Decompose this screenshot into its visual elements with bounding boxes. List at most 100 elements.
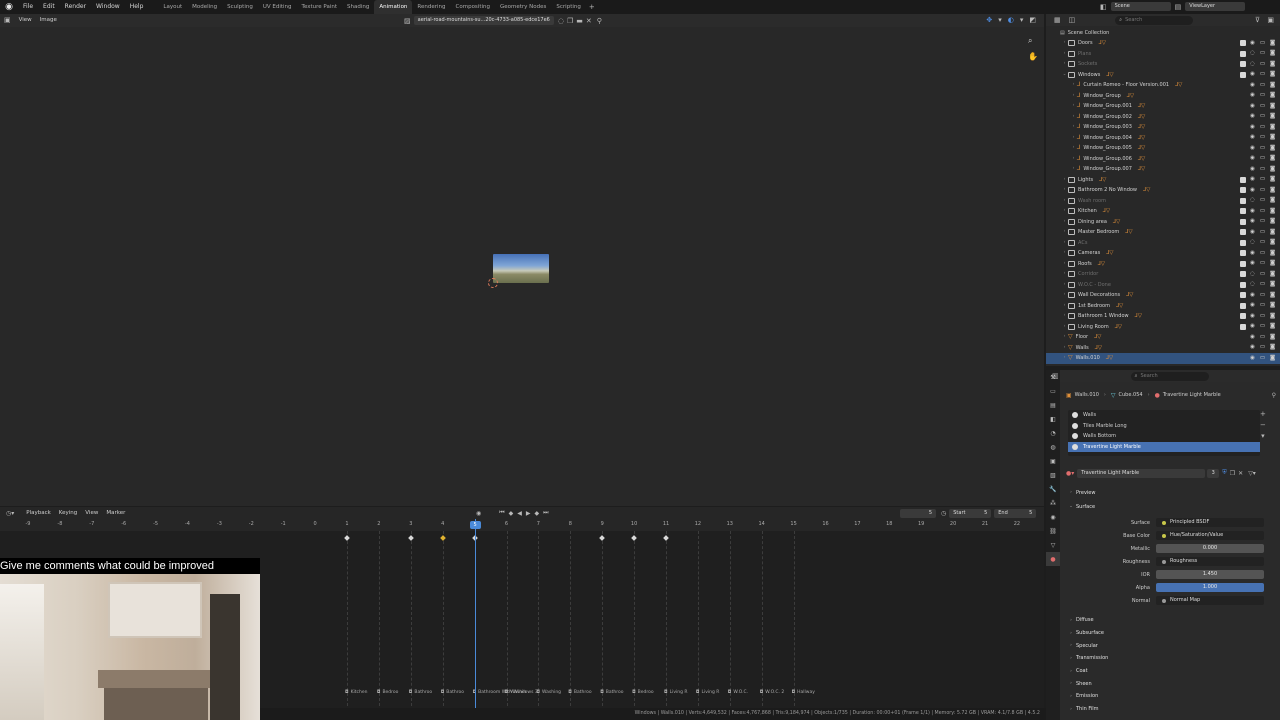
viewport-icon[interactable]: ▭ — [1259, 166, 1266, 173]
scene-selector[interactable]: Scene — [1110, 2, 1171, 11]
editor-type-icon[interactable]: ▣ — [0, 14, 15, 27]
exclude-checkbox[interactable] — [1240, 197, 1246, 204]
outliner-row[interactable]: › ⅃ Window_Group.002 ⅃▽ ◉ ▭ ◙ — [1046, 112, 1280, 123]
workspace-tab-geometry-nodes[interactable]: Geometry Nodes — [495, 0, 551, 14]
exclude-checkbox[interactable] — [1240, 187, 1246, 194]
image-name-field[interactable]: aerial-road-mountains-su...20c-4733-a085… — [413, 16, 554, 25]
property-field[interactable]: Principled BSDF — [1156, 518, 1264, 527]
expand-icon[interactable]: ⌄ — [1061, 70, 1068, 81]
outliner-row[interactable]: › Wash room ◌ ▭ ◙ — [1046, 196, 1280, 207]
material-slot[interactable]: Walls — [1068, 410, 1260, 421]
gizmo-dropdown-icon[interactable]: ▾ — [998, 16, 1002, 24]
workspace-tab-texture-paint[interactable]: Texture Paint — [297, 0, 343, 14]
timeline-marker[interactable]: ◘ Bedroo — [632, 690, 654, 695]
eye-icon[interactable]: ◌ — [1249, 61, 1256, 68]
exclude-checkbox[interactable] — [1240, 271, 1246, 278]
camera-icon[interactable]: ◙ — [1269, 334, 1276, 341]
eye-icon[interactable]: ◉ — [1249, 208, 1256, 215]
viewport-icon[interactable]: ▭ — [1259, 145, 1266, 152]
timeline-marker[interactable]: ◘ Bathroo — [600, 690, 623, 695]
viewport-icon[interactable]: ▭ — [1259, 250, 1266, 257]
workspace-tab-modeling[interactable]: Modeling — [187, 0, 222, 14]
collapse-icon[interactable]: › — [1061, 343, 1068, 354]
outliner-row[interactable]: › 1st Bedroom ⅃▽ ◉ ▭ ◙ — [1046, 301, 1280, 312]
collapse-icon[interactable]: › — [1061, 238, 1068, 249]
viewport-icon[interactable]: ▭ — [1259, 61, 1266, 68]
collapse-icon[interactable]: › — [1070, 143, 1077, 154]
eye-icon[interactable]: ◉ — [1249, 344, 1256, 351]
eye-icon[interactable]: ◉ — [1249, 113, 1256, 120]
timeline-marker[interactable]: ◘ Living R — [664, 690, 688, 695]
collapse-icon[interactable]: › — [1061, 301, 1068, 312]
timeline-marker[interactable]: ◘ Washing — [536, 690, 561, 695]
outliner-row[interactable]: › ⅃ Window_Group.007 ⅃▽ ◉ ▭ ◙ — [1046, 164, 1280, 175]
eye-icon[interactable]: ◉ — [1249, 145, 1256, 152]
pan-hand-icon[interactable]: ✋ — [1028, 52, 1038, 61]
modifier-tab-icon[interactable]: 🔧 — [1046, 482, 1060, 496]
collapse-icon[interactable]: › — [1061, 59, 1068, 70]
subsection-transmission[interactable]: › Transmission — [1066, 652, 1280, 665]
pin-icon[interactable]: ⚲ — [1272, 392, 1276, 399]
outliner-editor-icon[interactable]: ▦ — [1054, 16, 1061, 24]
exclude-checkbox[interactable] — [1240, 292, 1246, 299]
viewport-icon[interactable]: ▭ — [1259, 355, 1266, 362]
exclude-checkbox[interactable] — [1240, 239, 1246, 246]
eye-icon[interactable]: ◉ — [1249, 292, 1256, 299]
camera-icon[interactable]: ◙ — [1269, 82, 1276, 89]
eye-icon[interactable]: ◉ — [1249, 134, 1256, 141]
keyframe-marker[interactable] — [439, 535, 446, 541]
preview-section[interactable]: › Preview — [1066, 486, 1276, 499]
outliner-row[interactable]: › Wall Decorations ⅃▽ ◉ ▭ ◙ — [1046, 290, 1280, 301]
viewport-icon[interactable]: ▭ — [1259, 218, 1266, 225]
unlink-icon[interactable]: ✕ — [586, 17, 592, 25]
exclude-checkbox[interactable] — [1240, 250, 1246, 257]
subsection-diffuse[interactable]: › Diffuse — [1066, 614, 1280, 627]
display-mode-icon[interactable]: ◫ — [1069, 16, 1076, 24]
eye-icon[interactable]: ◉ — [1249, 334, 1256, 341]
collapse-icon[interactable]: › — [1061, 290, 1068, 301]
exclude-checkbox[interactable] — [1240, 176, 1246, 183]
outliner-row[interactable]: › Living Room ⅃▽ ◉ ▭ ◙ — [1046, 322, 1280, 333]
viewport-icon[interactable]: ▭ — [1259, 323, 1266, 330]
subsection-subsurface[interactable]: › Subsurface — [1066, 627, 1280, 640]
camera-icon[interactable]: ◙ — [1269, 92, 1276, 99]
timeline-marker[interactable]: ◘ Hallway — [792, 690, 815, 695]
exclude-checkbox[interactable] — [1240, 302, 1246, 309]
camera-icon[interactable]: ◙ — [1269, 313, 1276, 320]
eye-icon[interactable]: ◉ — [1249, 323, 1256, 330]
outliner-row[interactable]: › Doors ⅃▽ ◉ ▭ ◙ — [1046, 38, 1280, 49]
add-slot-icon[interactable]: + — [1260, 410, 1266, 418]
property-field[interactable]: 1.000 — [1156, 583, 1264, 592]
collapse-icon[interactable]: › — [1061, 269, 1068, 280]
filter-icon[interactable]: ⊽ — [1255, 16, 1260, 24]
eye-icon[interactable]: ◉ — [1249, 260, 1256, 267]
workspace-tab-compositing[interactable]: Compositing — [451, 0, 495, 14]
collapse-icon[interactable]: › — [1070, 80, 1077, 91]
workspace-tab-scripting[interactable]: Scripting — [551, 0, 585, 14]
exclude-checkbox[interactable] — [1240, 208, 1246, 215]
camera-icon[interactable]: ◙ — [1269, 124, 1276, 131]
outliner-search[interactable]: ⌕ Search — [1115, 15, 1194, 25]
timeline-marker[interactable]: ◘ Living R — [696, 690, 720, 695]
outliner-row[interactable]: › ▽ Walls.010 ⅃▽ ◉ ▭ ◙ — [1046, 353, 1280, 364]
camera-icon[interactable]: ◙ — [1269, 197, 1276, 204]
outliner-row[interactable]: › ⅃ Curtain Romeo - Floor Version.001 ⅃▽ ◉ ▭ ◙ — [1046, 80, 1280, 91]
viewport-icon[interactable]: ▭ — [1259, 229, 1266, 236]
playhead[interactable] — [474, 519, 476, 720]
collapse-icon[interactable]: › — [1070, 112, 1077, 123]
viewport-icon[interactable]: ▭ — [1259, 113, 1266, 120]
camera-icon[interactable]: ◙ — [1269, 50, 1276, 57]
camera-icon[interactable]: ◙ — [1269, 271, 1276, 278]
camera-icon[interactable]: ◙ — [1269, 40, 1276, 47]
duplicate-icon[interactable]: ❐ — [1230, 470, 1235, 477]
outliner-row[interactable]: › Sockets ◌ ▭ ◙ — [1046, 59, 1280, 70]
exclude-checkbox[interactable] — [1240, 61, 1246, 68]
eye-icon[interactable]: ◉ — [1249, 92, 1256, 99]
viewport-icon[interactable]: ▭ — [1259, 187, 1266, 194]
outliner-row[interactable]: › ⅃ Window_Group ⅃▽ ◉ ▭ ◙ — [1046, 91, 1280, 102]
camera-icon[interactable]: ◙ — [1269, 250, 1276, 257]
image-browse-icon[interactable]: ▨ — [404, 17, 411, 25]
camera-icon[interactable]: ◙ — [1269, 134, 1276, 141]
render-tab-icon[interactable]: ▭ — [1046, 384, 1060, 398]
workspace-tab-animation[interactable]: Animation — [374, 0, 413, 14]
